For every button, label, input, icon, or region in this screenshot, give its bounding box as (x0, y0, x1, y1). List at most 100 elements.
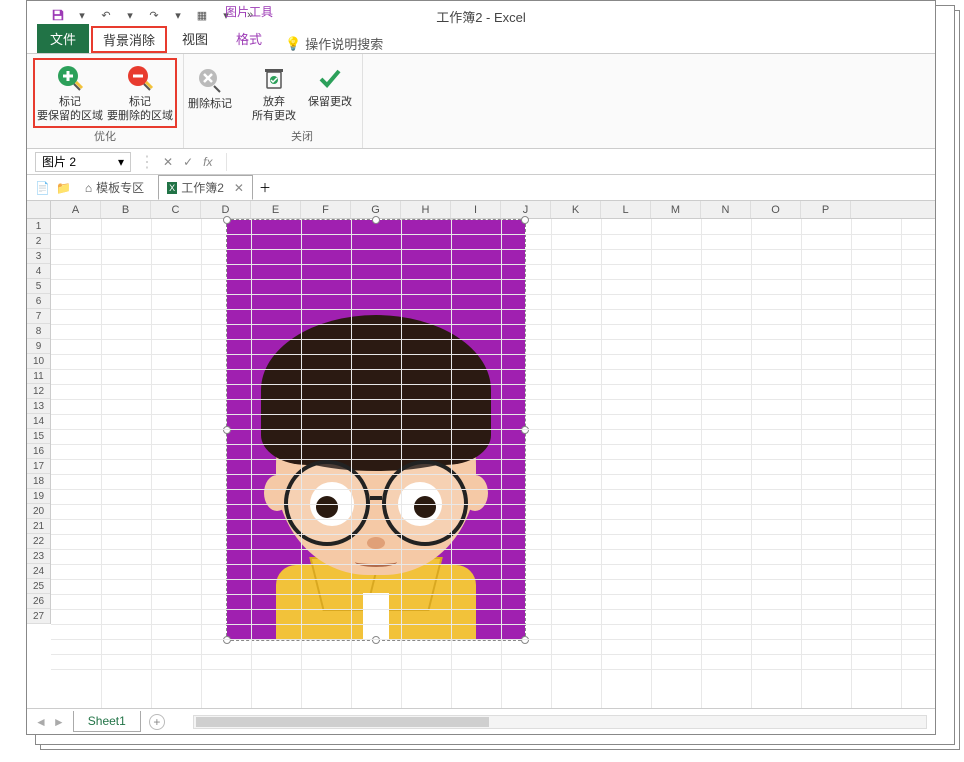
row-header[interactable]: 19 (27, 489, 50, 504)
formula-input[interactable] (226, 153, 927, 171)
select-all-corner[interactable] (27, 201, 51, 219)
context-tab-label: 图片工具 (225, 3, 273, 20)
add-tab-icon[interactable]: ＋ (259, 179, 271, 196)
new-file-icon[interactable]: 📄 (35, 181, 50, 195)
column-header[interactable]: H (401, 201, 451, 218)
horizontal-scrollbar[interactable] (193, 715, 927, 729)
dropdown-icon[interactable]: ▾ (71, 5, 93, 25)
row-header[interactable]: 26 (27, 594, 50, 609)
resize-handle[interactable] (521, 426, 529, 434)
row-header[interactable]: 24 (27, 564, 50, 579)
plus-circle-icon (55, 63, 85, 93)
column-header[interactable]: I (451, 201, 501, 218)
row-header[interactable]: 9 (27, 339, 50, 354)
resize-handle[interactable] (372, 216, 380, 224)
row-header[interactable]: 23 (27, 549, 50, 564)
tell-me-search[interactable]: 💡 操作说明搜索 (285, 34, 383, 53)
row-header[interactable]: 17 (27, 459, 50, 474)
resize-handle[interactable] (372, 636, 380, 644)
discard-changes-button[interactable]: 放弃 所有更改 (248, 63, 300, 124)
resize-handle[interactable] (223, 426, 231, 434)
row-header[interactable]: 3 (27, 249, 50, 264)
dropdown-icon[interactable]: ▾ (167, 5, 189, 25)
row-header[interactable]: 14 (27, 414, 50, 429)
column-header[interactable]: L (601, 201, 651, 218)
column-header[interactable]: O (751, 201, 801, 218)
undo-icon[interactable]: ↶ (95, 5, 117, 25)
resize-handle[interactable] (223, 216, 231, 224)
excel-window: ▾ ↶ ▾ ↷ ▾ ▦ ▾ » 工作簿2 - Excel 文件 背景消除 视图 … (26, 0, 936, 735)
group-label-optimize: 优化 (94, 128, 116, 144)
enter-icon[interactable]: ✓ (183, 155, 193, 169)
close-icon[interactable]: ✕ (234, 181, 244, 195)
mark-delete-button[interactable]: 标记 要删除的区域 (107, 63, 173, 124)
formula-bar-row: 图片 2▾ ⋮ ✕ ✓ fx (27, 149, 935, 175)
row-header[interactable]: 13 (27, 399, 50, 414)
grid-icon[interactable]: ▦ (191, 5, 213, 25)
sheet-nav-prev-icon[interactable]: ◄ (35, 715, 47, 729)
delete-mark-button[interactable]: 删除标记 (184, 65, 236, 126)
quick-access-toolbar: ▾ ↶ ▾ ↷ ▾ ▦ ▾ » (27, 1, 935, 25)
row-header[interactable]: 21 (27, 519, 50, 534)
row-header[interactable]: 12 (27, 384, 50, 399)
column-header[interactable]: C (151, 201, 201, 218)
worksheet-grid[interactable]: ABCDEFGHIJKLMNOP 12345678910111213141516… (27, 201, 935, 708)
sheet-tab[interactable]: Sheet1 (73, 711, 141, 732)
resize-handle[interactable] (223, 636, 231, 644)
row-header[interactable]: 5 (27, 279, 50, 294)
name-box[interactable]: 图片 2▾ (35, 152, 131, 172)
row-header[interactable]: 7 (27, 309, 50, 324)
row-header[interactable]: 4 (27, 264, 50, 279)
checkmark-icon (315, 63, 345, 93)
keep-changes-button[interactable]: 保留更改 (304, 63, 356, 124)
selected-image[interactable] (226, 219, 526, 641)
doc-tab-workbook[interactable]: X 工作簿2 ✕ (158, 175, 253, 200)
row-header[interactable]: 16 (27, 444, 50, 459)
ribbon: 标记 要保留的区域 标记 要删除的区域 优化 删除标记 (27, 53, 935, 149)
trash-icon (259, 63, 289, 93)
tab-background-remove[interactable]: 背景消除 (91, 26, 167, 53)
row-header[interactable]: 27 (27, 609, 50, 624)
dropdown-icon[interactable]: ▾ (119, 5, 141, 25)
mark-keep-button[interactable]: 标记 要保留的区域 (37, 63, 103, 124)
column-header[interactable]: F (301, 201, 351, 218)
chevron-down-icon: ▾ (118, 155, 124, 169)
tab-file[interactable]: 文件 (37, 24, 89, 53)
image-content (227, 220, 525, 640)
resize-handle[interactable] (521, 216, 529, 224)
row-header[interactable]: 8 (27, 324, 50, 339)
save-icon[interactable] (47, 5, 69, 25)
redo-icon[interactable]: ↷ (143, 5, 165, 25)
column-header[interactable]: N (701, 201, 751, 218)
column-header[interactable]: K (551, 201, 601, 218)
column-header[interactable]: A (51, 201, 101, 218)
tab-view[interactable]: 视图 (169, 24, 221, 53)
row-header[interactable]: 10 (27, 354, 50, 369)
sheet-nav-next-icon[interactable]: ► (53, 715, 65, 729)
tab-format[interactable]: 图片工具 格式 (223, 24, 275, 53)
row-header[interactable]: 2 (27, 234, 50, 249)
resize-handle[interactable] (521, 636, 529, 644)
add-sheet-icon[interactable]: + (149, 714, 165, 730)
row-header[interactable]: 6 (27, 294, 50, 309)
excel-file-icon: X (167, 182, 177, 194)
row-header[interactable]: 18 (27, 474, 50, 489)
doc-tab-template[interactable]: ⌂ 模板专区 (77, 176, 152, 199)
row-header[interactable]: 20 (27, 504, 50, 519)
row-header[interactable]: 1 (27, 219, 50, 234)
column-header[interactable]: B (101, 201, 151, 218)
column-header[interactable]: E (251, 201, 301, 218)
home-icon: ⌂ (85, 181, 92, 195)
document-tabs: 📄 📁 ⌂ 模板专区 X 工作簿2 ✕ ＋ (27, 175, 935, 201)
cancel-icon[interactable]: ✕ (163, 155, 173, 169)
row-header[interactable]: 11 (27, 369, 50, 384)
ribbon-tabs: 文件 背景消除 视图 图片工具 格式 💡 操作说明搜索 (27, 25, 935, 53)
column-header[interactable]: P (801, 201, 851, 218)
row-header[interactable]: 22 (27, 534, 50, 549)
row-header[interactable]: 25 (27, 579, 50, 594)
column-header[interactable]: M (651, 201, 701, 218)
open-folder-icon[interactable]: 📁 (56, 181, 71, 195)
row-header[interactable]: 15 (27, 429, 50, 444)
fx-icon[interactable]: fx (203, 155, 212, 169)
eraser-x-icon (195, 65, 225, 95)
